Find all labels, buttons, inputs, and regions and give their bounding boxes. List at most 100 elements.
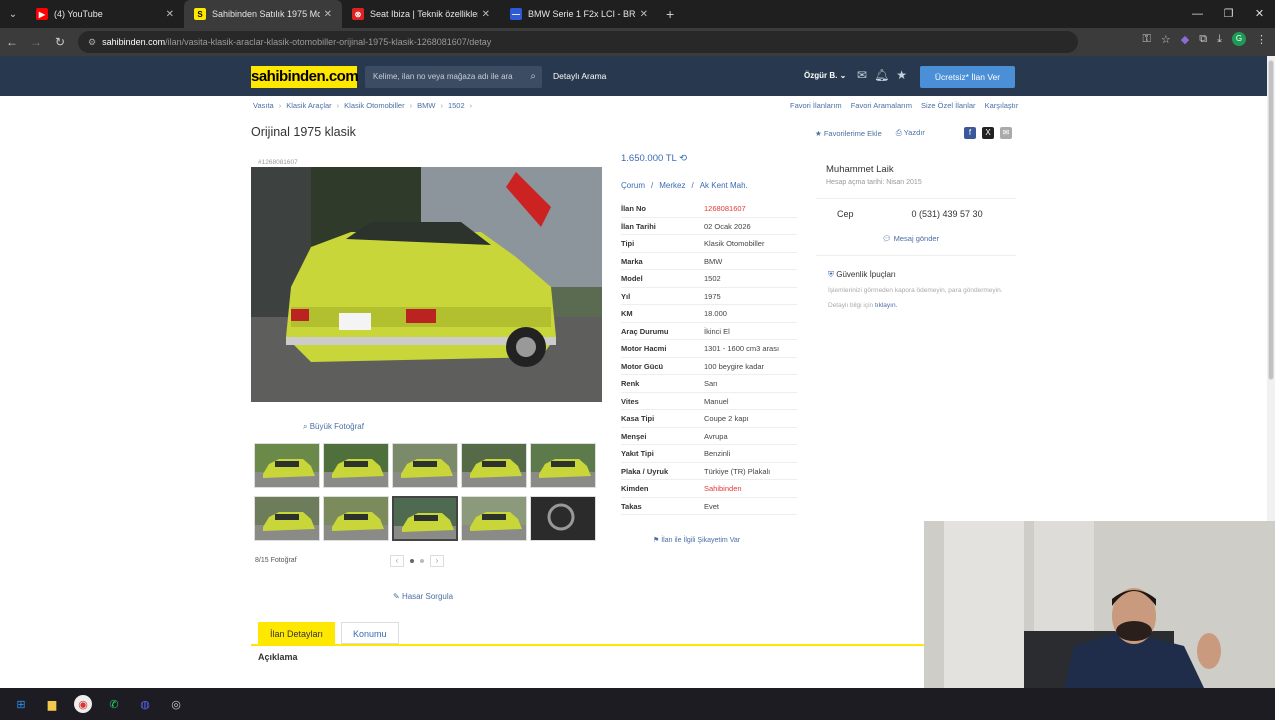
favorites-star-icon[interactable]: ★ [896, 68, 907, 82]
search-icon[interactable]: ⌕ [530, 66, 536, 88]
detailed-search-link[interactable]: Detaylı Arama [553, 71, 606, 81]
close-tab-icon[interactable]: ✕ [482, 9, 490, 20]
obs-icon[interactable]: ◎ [167, 695, 185, 713]
spec-key: Kasa Tipi [621, 414, 655, 423]
new-tab-button[interactable]: + [666, 6, 674, 22]
extension-icon[interactable]: ◆ [1181, 33, 1189, 46]
close-window-icon[interactable]: ✕ [1244, 0, 1275, 28]
browser-tab[interactable]: S Sahibinden Satılık 1975 Model ✕ [184, 0, 342, 28]
security-tips: ⛨ Güvenlik İpuçları İşlemlerinizi görmed… [816, 255, 1016, 310]
tab-favicon-icon: S [194, 8, 206, 20]
windows-start-icon[interactable]: ⊞ [12, 695, 30, 713]
chrome-icon[interactable]: ◉ [74, 695, 92, 713]
breadcrumb-item[interactable]: BMW [417, 101, 435, 110]
tab-search-icon[interactable]: ⌄ [0, 9, 26, 20]
bookmark-star-icon[interactable]: ☆ [1161, 33, 1171, 46]
big-photo-link[interactable]: ⌕ Büyük Fotoğraf [303, 422, 364, 432]
breadcrumb-item[interactable]: Klasik Otomobiller [344, 101, 404, 110]
report-label: İlan ile İlgili Şikayetim Var [661, 537, 741, 544]
print-link[interactable]: ⎙ Yazdır [896, 128, 925, 138]
phone-number[interactable]: 0 (531) 439 57 30 [912, 209, 983, 228]
top-link[interactable]: Favori Aramalarım [851, 101, 912, 110]
breadcrumb-item[interactable]: Vasıta [253, 101, 274, 110]
breadcrumb-item[interactable]: 1502 [448, 101, 465, 110]
breadcrumb-separator-icon: › [469, 101, 473, 110]
photo-thumbnail[interactable] [392, 443, 458, 488]
scrollbar-thumb[interactable] [1268, 60, 1274, 380]
pager-dot[interactable] [410, 559, 414, 563]
download-icon[interactable]: ⤓ [1217, 33, 1222, 46]
browser-tab[interactable]: ▶ (4) YouTube ✕ [26, 0, 184, 28]
photo-thumbnail[interactable] [392, 496, 458, 541]
spec-value: 1268081607 [704, 204, 746, 213]
thumb-next-button[interactable]: › [430, 555, 444, 567]
browser-tab[interactable]: — BMW Serie 1 F2x LCI - BR-Perfo ✕ [500, 0, 658, 28]
photo-thumbnail[interactable] [461, 443, 527, 488]
location-link[interactable]: Merkez [659, 181, 685, 190]
tab-favicon-icon: ▶ [36, 8, 48, 20]
photo-thumbnail[interactable] [323, 443, 389, 488]
file-explorer-icon[interactable]: ▆ [43, 695, 61, 713]
phone-label: Cep [837, 209, 854, 219]
photo-thumbnail[interactable] [530, 443, 596, 488]
damage-query-link[interactable]: ✎ Hasar Sorgula [393, 592, 453, 601]
back-icon[interactable]: ← [0, 35, 24, 49]
photo-thumbnail[interactable] [530, 496, 596, 541]
spec-row: Marka BMW [621, 253, 797, 270]
photo-thumbnail[interactable] [323, 496, 389, 541]
tab-konumu[interactable]: Konumu [341, 622, 399, 644]
location-link[interactable]: Çorum [621, 181, 645, 190]
top-link[interactable]: Karşılaştır [985, 101, 1019, 110]
user-menu[interactable]: Özgür B. ⌄ [804, 71, 846, 80]
close-tab-icon[interactable]: ✕ [640, 9, 648, 20]
site-info-icon[interactable]: ⚙ [88, 37, 96, 48]
post-listing-button[interactable]: Ücretsiz* İlan Ver [920, 66, 1015, 88]
browser-tab[interactable]: ⊗ Seat Ibiza | Teknik özellikler, Ya ✕ [342, 0, 500, 28]
url-host: sahibinden.com [102, 37, 166, 47]
security-title: Güvenlik İpuçları [836, 270, 896, 279]
location-link[interactable]: Ak Kent Mah. [700, 181, 748, 190]
photo-thumbnail[interactable] [254, 443, 320, 488]
forward-icon[interactable]: → [24, 35, 48, 49]
send-message-link[interactable]: 💬︎ Mesaj gönder [882, 234, 1016, 243]
reload-icon[interactable]: ↻ [48, 35, 72, 49]
close-tab-icon[interactable]: ✕ [324, 9, 332, 20]
photo-thumbnail[interactable] [254, 496, 320, 541]
close-tab-icon[interactable]: ✕ [166, 9, 174, 20]
breadcrumb-item[interactable]: Klasik Araçlar [286, 101, 331, 110]
add-favorite-link[interactable]: ★ Favorilerime Ekle [815, 129, 882, 138]
bell-icon[interactable]: 🔔︎ [874, 68, 889, 82]
site-search-input[interactable]: Kelime, ilan no veya mağaza adı ile ara … [365, 66, 542, 88]
price-history-icon[interactable]: ⟲ [679, 153, 687, 164]
minimize-icon[interactable]: — [1182, 0, 1213, 28]
thumb-prev-button[interactable]: ‹ [390, 555, 404, 567]
x-twitter-icon[interactable]: X [982, 127, 994, 139]
discord-icon[interactable]: ◍ [136, 695, 154, 713]
report-link[interactable]: ⚑ İlan ile İlgili Şikayetim Var [653, 536, 740, 544]
menu-icon[interactable]: ⋮ [1256, 33, 1267, 46]
facebook-icon[interactable]: f [964, 127, 976, 139]
tab-ilan-detaylari[interactable]: İlan Detayları [258, 622, 336, 644]
email-share-icon[interactable]: ✉ [1000, 127, 1012, 139]
top-link[interactable]: Favori İlanlarım [790, 101, 842, 110]
whatsapp-icon[interactable]: ✆ [105, 695, 123, 713]
profile-avatar[interactable]: G [1232, 32, 1246, 46]
password-key-icon[interactable]: ⚿ [1143, 33, 1151, 46]
maximize-icon[interactable]: ❐ [1213, 0, 1244, 28]
url-field[interactable]: ⚙ sahibinden.com/ilan/vasita-klasik-arac… [78, 31, 1078, 53]
security-more-link[interactable]: tıklayın. [875, 302, 897, 309]
spec-row: KM 18.000 [621, 305, 797, 323]
site-logo[interactable]: sahibinden.com [251, 66, 359, 88]
spec-row: Takas Evet [621, 498, 797, 515]
photo-thumbnail[interactable] [461, 496, 527, 541]
window-controls: — ❐ ✕ [1182, 0, 1275, 28]
spec-value: Evet [704, 501, 720, 511]
mail-icon[interactable]: ✉ [857, 68, 867, 82]
seller-name[interactable]: Muhammet Laik [826, 164, 1016, 175]
main-photo[interactable] [251, 167, 602, 402]
pager-dot[interactable] [420, 559, 424, 563]
photo-count: 8/15 Fotoğraf [255, 557, 297, 564]
thumbnail-image [255, 497, 319, 540]
top-link[interactable]: Size Özel İlanlar [921, 101, 976, 110]
extensions-puzzle-icon[interactable]: ⧉ [1199, 33, 1207, 46]
